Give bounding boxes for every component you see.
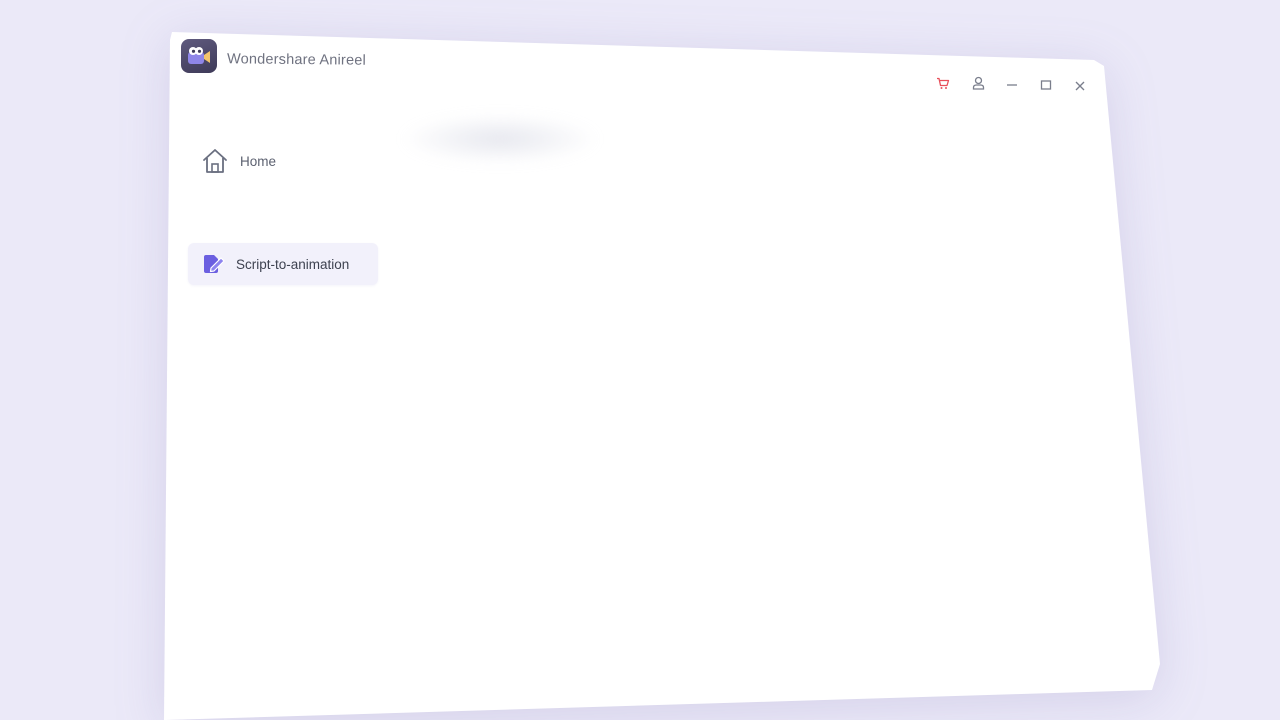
loading-placeholder — [400, 114, 600, 164]
anireel-logo-icon — [181, 39, 217, 73]
sidebar-item-home[interactable]: Home — [200, 145, 330, 177]
script-edit-icon — [202, 253, 226, 275]
window-shadow — [0, 0, 1280, 720]
close-icon[interactable] — [1070, 76, 1090, 96]
sidebar-item-script-to-animation[interactable]: Script-to-animation — [188, 243, 378, 285]
user-icon[interactable] — [968, 73, 988, 93]
home-icon — [200, 147, 230, 175]
maximize-icon[interactable] — [1036, 75, 1056, 95]
minimize-icon[interactable] — [1002, 75, 1022, 95]
cart-icon[interactable] — [933, 73, 953, 93]
sidebar-item-label: Home — [240, 153, 277, 169]
app-title: Wondershare Anireel — [226, 51, 367, 69]
app-window — [164, 32, 1160, 720]
sidebar-item-label: Script-to-animation — [236, 256, 350, 272]
